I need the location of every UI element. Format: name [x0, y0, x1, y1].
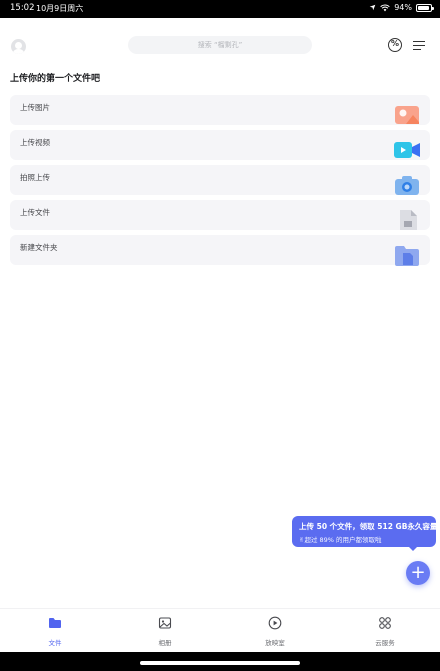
- upload-video-button[interactable]: 上传视频: [10, 130, 430, 160]
- upload-file-button[interactable]: 上传文件: [10, 200, 430, 230]
- item-label: 上传视频: [20, 138, 50, 147]
- menu-icon[interactable]: [413, 38, 427, 52]
- play-icon: [268, 616, 282, 630]
- coupon-icon[interactable]: %: [388, 38, 402, 52]
- take-photo-button[interactable]: 拍照上传: [10, 165, 430, 195]
- battery-icon: [416, 3, 434, 12]
- photo-icon: [158, 617, 172, 629]
- new-folder-button[interactable]: 新建文件夹: [10, 235, 430, 266]
- item-label: 拍照上传: [20, 173, 50, 182]
- file-upload-icon: [400, 210, 417, 230]
- status-time: 15:02: [10, 3, 35, 13]
- promo-banner[interactable]: 上传 50 个文件，领取 512 GB永久容量 ✌超过 89% 的用户都领取啦: [292, 516, 438, 547]
- item-label: 上传图片: [20, 103, 50, 112]
- tab-label: 文件: [48, 639, 62, 647]
- tab-label: 相册: [158, 639, 172, 647]
- grid-icon: [379, 617, 391, 629]
- status-indicators: 94%: [369, 3, 434, 12]
- section-title: 上传你的第一个文件吧: [10, 74, 101, 84]
- battery-level: [418, 5, 430, 10]
- promo-subtitle: ✌超过 89% 的用户都领取啦: [299, 536, 382, 544]
- app-window: 15:02 10月9日周六 94% 搜索 “榴剩孔” % 上传你的第一个文件吧 …: [0, 0, 440, 671]
- home-indicator[interactable]: [140, 661, 300, 665]
- promo-pointer: [408, 546, 418, 551]
- status-bar: 15:02 10月9日周六 94%: [0, 0, 440, 18]
- folder-icon: [49, 618, 61, 628]
- tab-bar: 文件 相册 放映室 云服务: [0, 608, 440, 655]
- location-icon: [369, 4, 376, 11]
- tab-label: 云服务: [375, 639, 395, 647]
- avatar[interactable]: [11, 39, 26, 54]
- video-upload-icon: [394, 142, 420, 158]
- tab-label: 放映室: [265, 639, 285, 647]
- new-folder-icon: [395, 246, 419, 266]
- promo-title: 上传 50 个文件，领取 512 GB永久容量: [299, 522, 438, 531]
- item-label: 上传文件: [20, 208, 50, 217]
- tab-album[interactable]: 相册: [135, 615, 195, 647]
- tab-cloud-services[interactable]: 云服务: [355, 615, 415, 647]
- upload-image-button[interactable]: 上传图片: [10, 95, 430, 125]
- image-upload-icon: [395, 106, 419, 124]
- add-button[interactable]: +: [406, 561, 430, 585]
- item-label: 新建文件夹: [20, 243, 58, 252]
- tab-files[interactable]: 文件: [25, 615, 85, 647]
- wifi-icon: [380, 4, 390, 11]
- camera-upload-icon: [395, 176, 419, 195]
- search-input[interactable]: 搜索 “榴剩孔”: [128, 36, 312, 54]
- tab-screening-room[interactable]: 放映室: [245, 615, 305, 647]
- main-screen: 搜索 “榴剩孔” % 上传你的第一个文件吧 上传图片 上传视频 拍照上传 上传文…: [0, 18, 440, 655]
- status-date: 10月9日周六: [36, 4, 84, 13]
- battery-percent: 94%: [394, 3, 412, 12]
